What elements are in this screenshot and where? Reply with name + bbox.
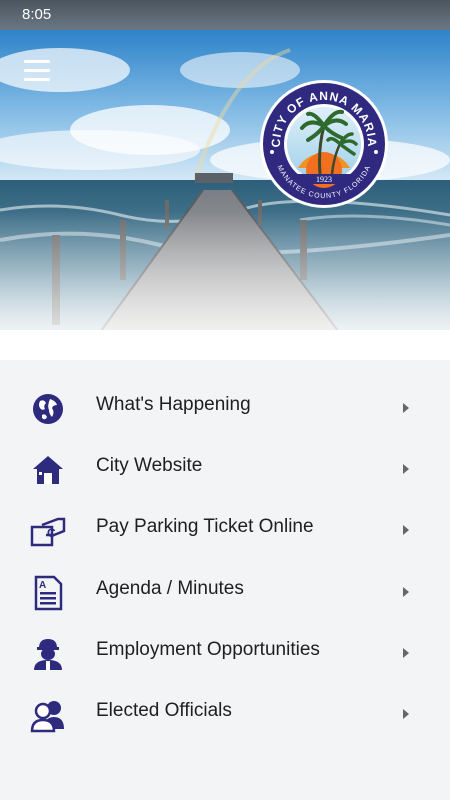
chevron-right-icon bbox=[403, 647, 409, 658]
menu-item-label: Employment Opportunities bbox=[96, 638, 320, 660]
officials-icon bbox=[30, 697, 66, 733]
svg-text:C: C bbox=[47, 526, 56, 540]
menu-item-pay-parking-ticket[interactable]: C Pay Parking Ticket Online bbox=[0, 500, 450, 561]
menu-line bbox=[24, 78, 50, 81]
menu-item-whats-happening[interactable]: What's Happening bbox=[0, 378, 450, 439]
chevron-right-icon bbox=[403, 464, 409, 475]
menu-item-label: City Website bbox=[96, 455, 203, 477]
menu-item-agenda-minutes[interactable]: A Agenda / Minutes bbox=[0, 562, 450, 623]
header-divider bbox=[0, 330, 450, 360]
main-menu-list: What's Happening City Website C Pay Park… bbox=[0, 378, 450, 745]
status-time: 8:05 bbox=[22, 6, 52, 23]
menu-item-label: Elected Officials bbox=[96, 699, 232, 721]
menu-item-label: Pay Parking Ticket Online bbox=[96, 516, 314, 538]
menu-line bbox=[24, 60, 50, 63]
menu-line bbox=[24, 69, 50, 72]
hamburger-menu-button[interactable] bbox=[24, 60, 56, 84]
city-seal-logo: CITY OF ANNA MARIA MANATEE COUNTY FLORID… bbox=[258, 78, 390, 210]
parking-ticket-icon: C bbox=[30, 513, 66, 549]
seal-year: 1923 bbox=[316, 175, 332, 184]
svg-text:A: A bbox=[39, 580, 46, 591]
worker-icon bbox=[30, 636, 66, 672]
chevron-right-icon bbox=[403, 586, 409, 597]
globe-icon bbox=[30, 391, 66, 427]
document-icon: A bbox=[30, 575, 66, 611]
menu-item-city-website[interactable]: City Website bbox=[0, 439, 450, 500]
home-icon bbox=[30, 452, 66, 488]
status-bar: 8:05 bbox=[0, 0, 450, 30]
menu-item-label: Agenda / Minutes bbox=[96, 577, 244, 599]
chevron-right-icon bbox=[403, 403, 409, 413]
menu-item-elected-officials[interactable]: Elected Officials bbox=[0, 684, 450, 745]
menu-item-label: What's Happening bbox=[96, 394, 251, 415]
menu-item-employment-opportunities[interactable]: Employment Opportunities bbox=[0, 623, 450, 684]
chevron-right-icon bbox=[403, 525, 409, 536]
chevron-right-icon bbox=[403, 708, 409, 719]
